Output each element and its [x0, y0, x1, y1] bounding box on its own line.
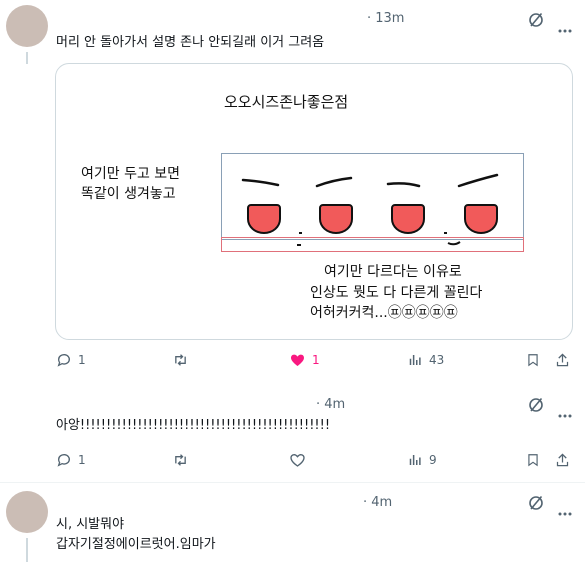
share-icon: [556, 353, 569, 367]
bookmark-button[interactable]: [526, 451, 540, 469]
bookmark-icon: [528, 454, 538, 467]
image-note-left-2: 똑같이 생겨놓고: [81, 186, 176, 202]
thread-line: [26, 52, 28, 64]
tweet-text: 머리 안 돌아가서 설명 존나 안되길래 이거 그려옴: [56, 35, 325, 50]
tweet-time[interactable]: · 4m: [363, 495, 392, 510]
reply-count: 1: [78, 453, 86, 467]
reply-icon: [57, 354, 70, 367]
retweet-icon: [175, 454, 186, 466]
image-title: 오오시즈존나좋은점: [224, 93, 349, 111]
grok-icon[interactable]: [528, 495, 544, 515]
avatar[interactable]: [6, 5, 48, 47]
like-button[interactable]: 1: [289, 351, 320, 369]
mouths: [297, 232, 461, 246]
views-button[interactable]: 9: [408, 451, 437, 469]
grok-icon[interactable]: [528, 397, 544, 417]
image-note-left-1: 여기만 두고 보면: [81, 166, 181, 182]
like-count: 1: [312, 353, 320, 367]
views-button[interactable]: 43: [408, 351, 444, 369]
share-icon: [556, 453, 569, 467]
bookmark-icon: [528, 354, 538, 367]
reply-button[interactable]: 1: [56, 351, 86, 369]
heart-icon: [290, 453, 305, 467]
avatar[interactable]: [6, 491, 48, 533]
divider: [0, 482, 585, 483]
retweet-button[interactable]: [172, 351, 195, 369]
reply-count: 1: [78, 353, 86, 367]
bookmark-button[interactable]: [526, 351, 540, 369]
grok-icon[interactable]: [528, 12, 544, 32]
more-icon[interactable]: [558, 403, 572, 422]
tweet-image[interactable]: 오오시즈존나좋은점 여기만 두고 보면 똑같이 생겨놓고 여기만 다르다는 이유…: [55, 63, 573, 340]
reply-button[interactable]: 1: [56, 451, 86, 469]
image-note-bottom-3: 어허커커컥...㉬㉬㉬㉬㉬: [310, 305, 458, 321]
thread-line: [26, 538, 28, 562]
views-icon: [409, 455, 421, 465]
reply-icon: [57, 454, 70, 467]
retweet-icon: [175, 354, 186, 366]
tweet-time[interactable]: · 4m: [316, 397, 345, 412]
like-button[interactable]: [289, 451, 312, 469]
tweet-text-line-1: 시, 시발뭐야: [56, 517, 125, 532]
retweet-button[interactable]: [172, 451, 195, 469]
share-button[interactable]: [555, 351, 570, 369]
tweet-text-line-2: 갑자기절정에이르럿어.임마가: [56, 537, 216, 552]
more-icon[interactable]: [558, 18, 572, 37]
eyebrows: [241, 173, 499, 188]
heart-icon: [291, 354, 304, 366]
views-count: 43: [429, 353, 445, 367]
views-icon: [409, 355, 421, 365]
tweet-text: 아앙!!!!!!!!!!!!!!!!!!!!!!!!!!!!!!!!!!!!!!…: [56, 418, 331, 433]
more-icon[interactable]: [558, 501, 572, 520]
share-button[interactable]: [555, 451, 570, 469]
image-note-bottom-2: 인상도 뭣도 다 다른게 꼴린다: [310, 285, 483, 301]
views-count: 9: [429, 453, 437, 467]
tweet-time[interactable]: · 13m: [367, 11, 404, 26]
image-note-bottom-1: 여기만 다르다는 이유로: [324, 264, 462, 280]
